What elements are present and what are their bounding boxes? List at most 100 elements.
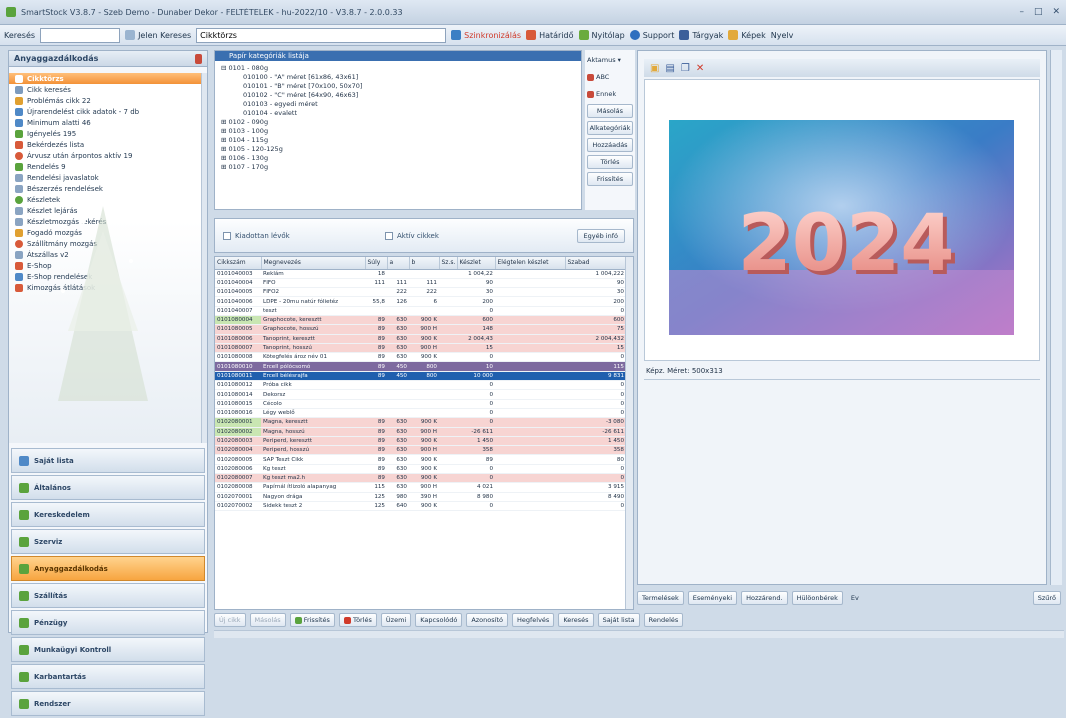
tree-node[interactable]: ⊞ 0102 - 090g bbox=[221, 117, 581, 126]
menu-item-article-search[interactable]: Cikk keresés bbox=[9, 84, 202, 95]
refresh-list-button[interactable]: Frissítés bbox=[289, 613, 335, 627]
table-row[interactable]: 0101080004 Graphocote, keresztt 89 630 900 K… bbox=[215, 315, 626, 326]
table-row[interactable]: 0101080008 Kötegfelés ároz név 01 89 630 900… bbox=[215, 352, 626, 363]
table-row[interactable]: 0101080007 Tanoprint, hosszú 89 630 900 H 15 1… bbox=[215, 343, 626, 354]
table-row[interactable]: 0101080005 Graphocote, hosszú 89 630 900 H 14… bbox=[215, 324, 626, 335]
menu-item-inquiry-list[interactable]: Bekérdezés lista bbox=[9, 139, 202, 150]
events-button[interactable]: Eseményeki bbox=[687, 591, 738, 605]
section-maintenance[interactable]: Karbantartás bbox=[11, 664, 205, 689]
identifier-button[interactable]: Azonosító bbox=[466, 613, 508, 627]
delete-article-button[interactable]: Törlés bbox=[338, 613, 377, 627]
column-header[interactable]: Készlet bbox=[457, 257, 496, 270]
menu-item-eshop-orders[interactable]: E-Shop rendelések bbox=[9, 271, 202, 282]
column-header[interactable]: Elégtelen készlet bbox=[495, 257, 566, 270]
section-delivery[interactable]: Szállítás bbox=[11, 583, 205, 608]
tree-node[interactable]: 010101 - "B" méret [70x100, 50x70] bbox=[221, 81, 581, 90]
active-checkbox[interactable] bbox=[385, 231, 393, 240]
order-button[interactable]: Rendelés bbox=[643, 613, 684, 627]
table-row[interactable]: 0102080004 Periperd, hosszú 89 630 900 H 358 3… bbox=[215, 445, 626, 456]
column-header[interactable]: a bbox=[387, 257, 410, 270]
menu-item-problem-articles[interactable]: Problémás cikk 22 bbox=[9, 95, 202, 106]
table-row[interactable]: 0102070001 Nagyon drága 125 980 390 H 8 980 8 … bbox=[215, 492, 626, 502]
menu-item-outflow-overview[interactable]: Kimozgás átlátások bbox=[9, 282, 202, 293]
tree-node[interactable]: 010104 - evalett bbox=[221, 108, 581, 117]
menu-item-reorder-articles[interactable]: Újrarendelést cikk adatok - 7 db bbox=[9, 106, 202, 117]
table-scrollbar[interactable] bbox=[625, 257, 633, 609]
menu-item-shipment[interactable]: Szállítmány mozgás bbox=[9, 238, 202, 249]
section-workforce[interactable]: Munkaügyi Kontroll bbox=[11, 637, 205, 662]
year-button[interactable]: Ev bbox=[847, 591, 863, 605]
table-row[interactable]: 0101080006 Tanoprint, keresztt 89 630 900 K 2… bbox=[215, 334, 626, 344]
menu-item-article-master[interactable]: Cikktörzs bbox=[9, 73, 202, 84]
tree-node[interactable]: ⊞ 0105 - 120-125g bbox=[221, 144, 581, 153]
disclosure-button[interactable]: Hegfelvés bbox=[511, 613, 555, 627]
support-button[interactable]: Support bbox=[629, 30, 674, 40]
copy-button[interactable]: Másolás bbox=[587, 104, 633, 118]
operation-button[interactable]: Üzemi bbox=[380, 613, 412, 627]
tree-node[interactable]: ⊞ 0106 - 130g bbox=[221, 153, 581, 162]
section-general[interactable]: Általános bbox=[11, 475, 205, 500]
table-row[interactable]: 0102070002 Sidekk teszt 2 125 640 900 K 0 0 bbox=[215, 501, 626, 512]
tree-node[interactable]: ⊟ 0101 - 080g bbox=[221, 63, 581, 72]
productions-button[interactable]: Termelések bbox=[637, 591, 684, 605]
column-header[interactable]: b bbox=[409, 257, 440, 270]
category-tree-header[interactable]: Papír kategóriák listája bbox=[215, 51, 581, 61]
tree-node[interactable]: ⊞ 0103 - 100g bbox=[221, 126, 581, 135]
trash-icon[interactable] bbox=[195, 53, 202, 64]
menu-item-receiving[interactable]: Fogadó mozgás bbox=[9, 227, 202, 238]
add-button[interactable]: Hozzáadás bbox=[587, 138, 633, 152]
menu-item-purchase-orders[interactable]: Bészerzés rendelések bbox=[9, 183, 202, 194]
table-row[interactable]: 0102080006 Kg teszt 89 630 900 K 0 0 bbox=[215, 464, 626, 475]
tree-node[interactable]: 010103 - egyedi méret bbox=[221, 99, 581, 108]
menu-item-price-active[interactable]: Árvusz után árpontos aktív 19 bbox=[9, 150, 202, 161]
assign-button[interactable]: Hozzárend. bbox=[741, 591, 788, 605]
menu-item-stock-movement[interactable]: Készletmozgás lekérés bbox=[9, 216, 202, 227]
copy-icon[interactable]: ❐ bbox=[681, 63, 690, 74]
close-button[interactable]: ✕ bbox=[1052, 7, 1060, 17]
column-header[interactable]: Cikkszám bbox=[215, 257, 262, 270]
left-list-scrollbar[interactable] bbox=[201, 73, 207, 443]
section-saved-list[interactable]: Saját lista bbox=[11, 448, 205, 473]
vertical-side-tabs[interactable] bbox=[1050, 50, 1062, 585]
save-icon[interactable]: ▤ bbox=[665, 63, 674, 74]
copy-article-button[interactable]: Másolás bbox=[249, 613, 286, 627]
filter-button[interactable]: Szűrő bbox=[1032, 591, 1061, 605]
table-row[interactable]: 0102080007 Kg teszt ma2.h 89 630 900 K 0 0 bbox=[215, 473, 626, 484]
menu-item-eshop[interactable]: E-Shop bbox=[9, 260, 202, 271]
column-header[interactable]: Megnevezés bbox=[261, 257, 366, 270]
language-button[interactable]: Nyelv bbox=[771, 31, 794, 40]
images-button[interactable]: Képek bbox=[728, 30, 766, 40]
section-service[interactable]: Szerviz bbox=[11, 529, 205, 554]
table-row[interactable]: 0102080005 SAP Teszt Cikk 89 630 900 K 89 80 bbox=[215, 454, 626, 465]
module-field[interactable] bbox=[196, 27, 447, 43]
table-row[interactable]: 0101080012 Próba cikk 0 0 bbox=[215, 380, 626, 391]
section-materials[interactable]: Anyaggazdálkodás bbox=[11, 556, 205, 581]
refresh-button[interactable]: Frissítés bbox=[587, 172, 633, 186]
table-row[interactable]: 0101040006 LDPE - 20mu natúr fólietéz 55,8… bbox=[215, 296, 626, 307]
subcategory-button[interactable]: Alkategóriák bbox=[587, 121, 633, 135]
column-header[interactable]: Szabad bbox=[565, 257, 627, 270]
menu-item-stock[interactable]: Készletek bbox=[9, 194, 202, 205]
delete-icon[interactable]: ✕ bbox=[696, 63, 704, 74]
table-row[interactable]: 0102080008 Papírnál ítlizoló alapanyag 115… bbox=[215, 482, 626, 493]
search-article-button[interactable]: Keresés bbox=[558, 613, 594, 627]
table-row[interactable]: 0101080010 Ercell pólócsomó 89 450 800 10 115 bbox=[215, 361, 626, 372]
search-button[interactable]: Jelen Kereses bbox=[125, 30, 191, 40]
table-row[interactable]: 0101040004 FIFO 111 111 111 90 90 bbox=[215, 278, 626, 289]
menu-item-below-minimum[interactable]: Minimum alatti 46 bbox=[9, 117, 202, 128]
column-header[interactable]: Sz.s. bbox=[439, 257, 458, 270]
issued-checkbox[interactable] bbox=[223, 231, 231, 240]
section-system[interactable]: Rendszer bbox=[11, 691, 205, 716]
menu-item-stock-query[interactable]: Készlet lejárás bbox=[9, 205, 202, 216]
related-button[interactable]: Kapcsolódó bbox=[415, 613, 463, 627]
minimize-button[interactable]: – bbox=[1019, 7, 1024, 17]
more-info-button[interactable]: Egyéb infó bbox=[576, 228, 625, 243]
new-article-button[interactable]: Új cikk bbox=[214, 613, 246, 627]
table-row[interactable]: 0101080014 Dekorsz 0 0 bbox=[215, 389, 626, 400]
sort-order-button[interactable]: Ennek bbox=[587, 87, 633, 101]
table-row[interactable]: 0102080003 Periperd, keresztt 89 630 900 K 1 … bbox=[215, 436, 626, 447]
horizontal-scrollbar[interactable] bbox=[214, 630, 1064, 638]
menu-item-requests[interactable]: Igényelés 195 bbox=[9, 128, 202, 139]
home-button[interactable]: Nyitólap bbox=[578, 30, 625, 40]
section-commerce[interactable]: Kereskedelem bbox=[11, 502, 205, 527]
